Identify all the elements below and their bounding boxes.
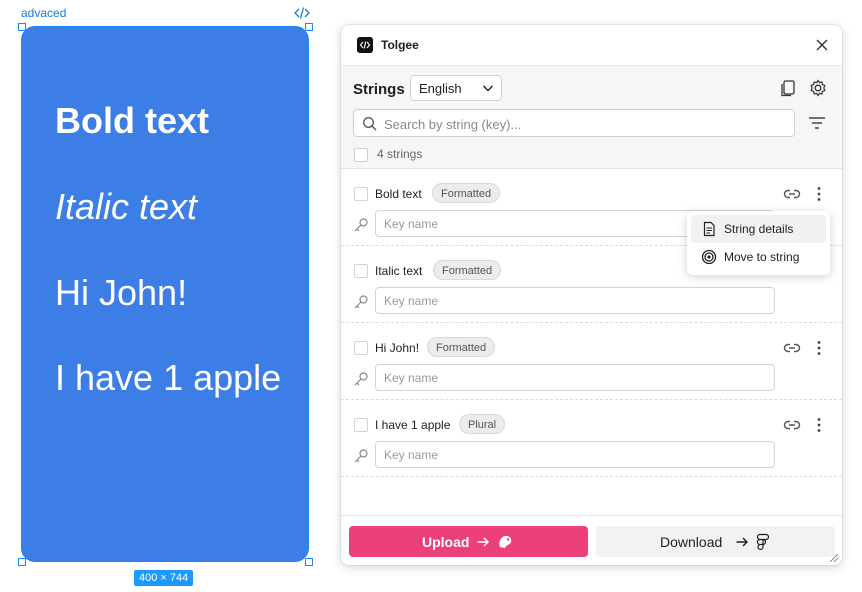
figma-icon (756, 533, 770, 551)
frame-text-apple[interactable]: I have 1 apple (55, 357, 281, 399)
plugin-logo-icon (357, 37, 373, 53)
close-icon[interactable] (812, 35, 832, 55)
resize-grip-icon[interactable] (829, 553, 839, 563)
target-icon (701, 249, 717, 265)
search-box (353, 109, 795, 137)
key-icon (354, 372, 368, 386)
more-vertical-icon[interactable] (811, 339, 827, 357)
language-select-value: English (419, 81, 462, 96)
menu-item-label: String details (724, 222, 794, 236)
download-button[interactable]: Download (596, 526, 835, 557)
string-format-badge: Plural (459, 414, 506, 434)
menu-item-move-to-string[interactable]: Move to string (691, 243, 826, 271)
key-name-input[interactable] (375, 441, 775, 468)
gear-icon[interactable] (808, 78, 828, 98)
link-icon[interactable] (783, 186, 801, 202)
string-name: Bold text (375, 187, 422, 201)
menu-item-label: Move to string (724, 250, 800, 264)
frame-name-label[interactable]: advaced (21, 6, 66, 20)
copy-icon[interactable] (778, 78, 798, 98)
string-name: Italic text (375, 264, 423, 278)
tolgee-plugin-window: Tolgee Strings English Search by string … (341, 25, 842, 565)
string-name: I have 1 apple (375, 418, 451, 432)
menu-item-string-details[interactable]: String details (691, 215, 826, 243)
search-input[interactable] (382, 114, 786, 134)
more-vertical-icon[interactable] (811, 416, 827, 434)
code-icon[interactable] (294, 6, 310, 20)
link-icon[interactable] (783, 417, 801, 433)
resize-handle-bottom-left[interactable] (18, 558, 26, 566)
tolgee-logo-icon (499, 536, 512, 548)
string-format-badge: Formatted (433, 260, 502, 280)
chevron-down-icon (483, 85, 493, 92)
row-checkbox[interactable] (354, 264, 368, 278)
key-name-input[interactable] (375, 364, 775, 391)
frame-size-badge: 400 × 744 (134, 570, 194, 586)
string-format-badge: Formatted (427, 337, 496, 357)
arrow-right-icon (736, 537, 748, 547)
frame-text-greeting[interactable]: Hi John! (55, 272, 187, 314)
key-icon (354, 295, 368, 309)
upload-button[interactable]: Upload (349, 526, 588, 557)
upload-button-label: Upload (422, 534, 470, 550)
select-all-checkbox[interactable] (354, 148, 368, 162)
more-vertical-icon[interactable] (811, 185, 827, 203)
key-icon (354, 218, 368, 232)
string-context-menu: String details Move to string (687, 211, 830, 275)
key-icon (354, 449, 368, 463)
row-checkbox[interactable] (354, 418, 368, 432)
strings-count: 4 strings (377, 147, 423, 161)
document-icon (703, 221, 715, 237)
row-checkbox[interactable] (354, 187, 368, 201)
language-select[interactable]: English (410, 75, 502, 101)
key-name-input[interactable] (375, 287, 775, 314)
string-name: Hi John! (375, 341, 420, 355)
frame-text-italic[interactable]: Italic text (55, 186, 197, 228)
filter-icon[interactable] (808, 115, 826, 131)
list-item: Hi John! Formatted (341, 323, 842, 400)
plugin-footer: Upload Download (341, 515, 842, 565)
list-item: I have 1 apple Plural (341, 400, 842, 477)
download-button-label: Download (660, 534, 723, 550)
plugin-titlebar: Tolgee (341, 25, 842, 66)
search-icon (363, 117, 377, 131)
arrow-right-icon (477, 537, 489, 547)
frame-text-bold[interactable]: Bold text (55, 100, 209, 142)
resize-handle-top-left[interactable] (18, 23, 26, 31)
string-format-badge: Formatted (432, 183, 501, 203)
resize-handle-top-right[interactable] (305, 23, 313, 31)
strings-toolbar: Strings English 4 strings (341, 66, 842, 169)
link-icon[interactable] (783, 340, 801, 356)
row-checkbox[interactable] (354, 341, 368, 355)
strings-heading: Strings (353, 81, 405, 98)
resize-handle-bottom-right[interactable] (305, 558, 313, 566)
plugin-title: Tolgee (381, 38, 419, 52)
